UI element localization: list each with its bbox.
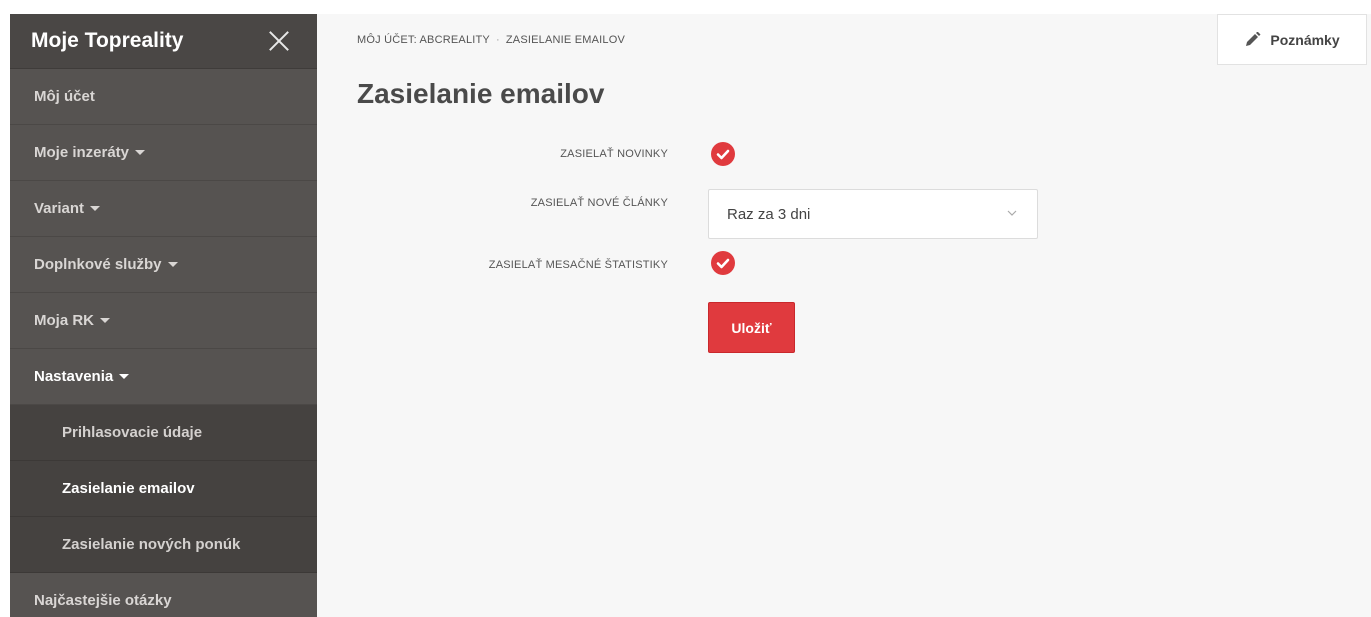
sidebar-item-nastavenia[interactable]: Nastavenia [10,349,317,405]
sidebar-item-moj-ucet[interactable]: Môj účet [10,69,317,125]
save-button-label: Uložiť [731,319,772,336]
caret-down-icon [119,374,130,379]
sidebar-subitem-zasielanie-novych-ponuk[interactable]: Zasielanie nových ponúk [10,517,317,573]
sidebar-subitem-prihlasovacie-udaje[interactable]: Prihlasovacie údaje [10,405,317,461]
breadcrumb-item-current: ZASIELANIE EMAILOV [505,34,625,46]
caret-down-icon [90,206,101,211]
sidebar-item-label: Moja RK [34,312,94,329]
sidebar-item-label: Môj účet [34,88,95,105]
pencil-icon [1246,31,1261,46]
clanky-label: ZASIELAŤ NOVÉ ČLÁNKY [530,197,668,209]
clanky-select[interactable]: Raz za 3 dni [708,189,1038,239]
notes-button[interactable]: Poznámky [1217,14,1367,65]
sidebar-item-label: Nastavenia [34,368,114,385]
sidebar: Moje Topreality Môj účet Moje inzeráty V… [10,14,317,617]
caret-down-icon [100,318,110,323]
page: Moje Topreality Môj účet Moje inzeráty V… [0,0,1371,617]
chevron-down-icon [1007,210,1017,216]
sidebar-item-variant[interactable]: Variant [10,181,317,237]
sidebar-subitem-label: Zasielanie nových ponúk [62,536,241,553]
sidebar-item-label: Moje inzeráty [34,144,130,161]
sidebar-item-label: Variant [34,200,85,217]
statistiky-label: ZASIELAŤ MESAČNÉ ŠTATISTIKY [488,259,668,271]
main-content: MÔJ ÚČET: ABCREALITY · ZASIELANIE EMAILOV … [317,14,1371,617]
sidebar-subitem-zasielanie-emailov[interactable]: Zasielanie emailov [10,461,317,517]
breadcrumb: MÔJ ÚČET: ABCREALITY · ZASIELANIE EMAILOV [357,34,625,46]
breadcrumb-separator: · [495,34,500,46]
caret-down-icon [167,262,178,267]
notes-button-label: Poznámky [1270,31,1340,48]
breadcrumb-item-account[interactable]: MÔJ ÚČET: ABCREALITY [357,34,490,46]
sidebar-item-label: Najčastejšie otázky [34,592,172,609]
novinky-label: ZASIELAŤ NOVINKY [560,148,668,160]
sidebar-title: Moje Topreality [31,29,184,52]
statistiky-checkbox[interactable] [711,251,735,275]
page-title: Zasielanie emailov [357,78,605,109]
sidebar-subitem-label: Prihlasovacie údaje [62,424,203,441]
sidebar-item-moja-rk[interactable]: Moja RK [10,293,317,349]
caret-down-icon [135,150,146,155]
sidebar-subitem-label: Zasielanie emailov [62,480,195,497]
sidebar-item-label: Doplnkové služby [34,256,162,273]
sidebar-item-moje-inzeraty[interactable]: Moje inzeráty [10,125,317,181]
sidebar-header: Moje Topreality [10,14,317,69]
clanky-select-value: Raz za 3 dni [727,206,811,223]
sidebar-item-najcastejsie-otazky[interactable]: Najčastejšie otázky [10,573,317,617]
novinky-checkbox[interactable] [711,142,735,166]
check-icon [716,258,730,269]
close-icon[interactable] [265,27,293,55]
check-icon [716,149,730,160]
sidebar-item-doplnkove-sluzby[interactable]: Doplnkové služby [10,237,317,293]
save-button[interactable]: Uložiť [708,302,795,353]
